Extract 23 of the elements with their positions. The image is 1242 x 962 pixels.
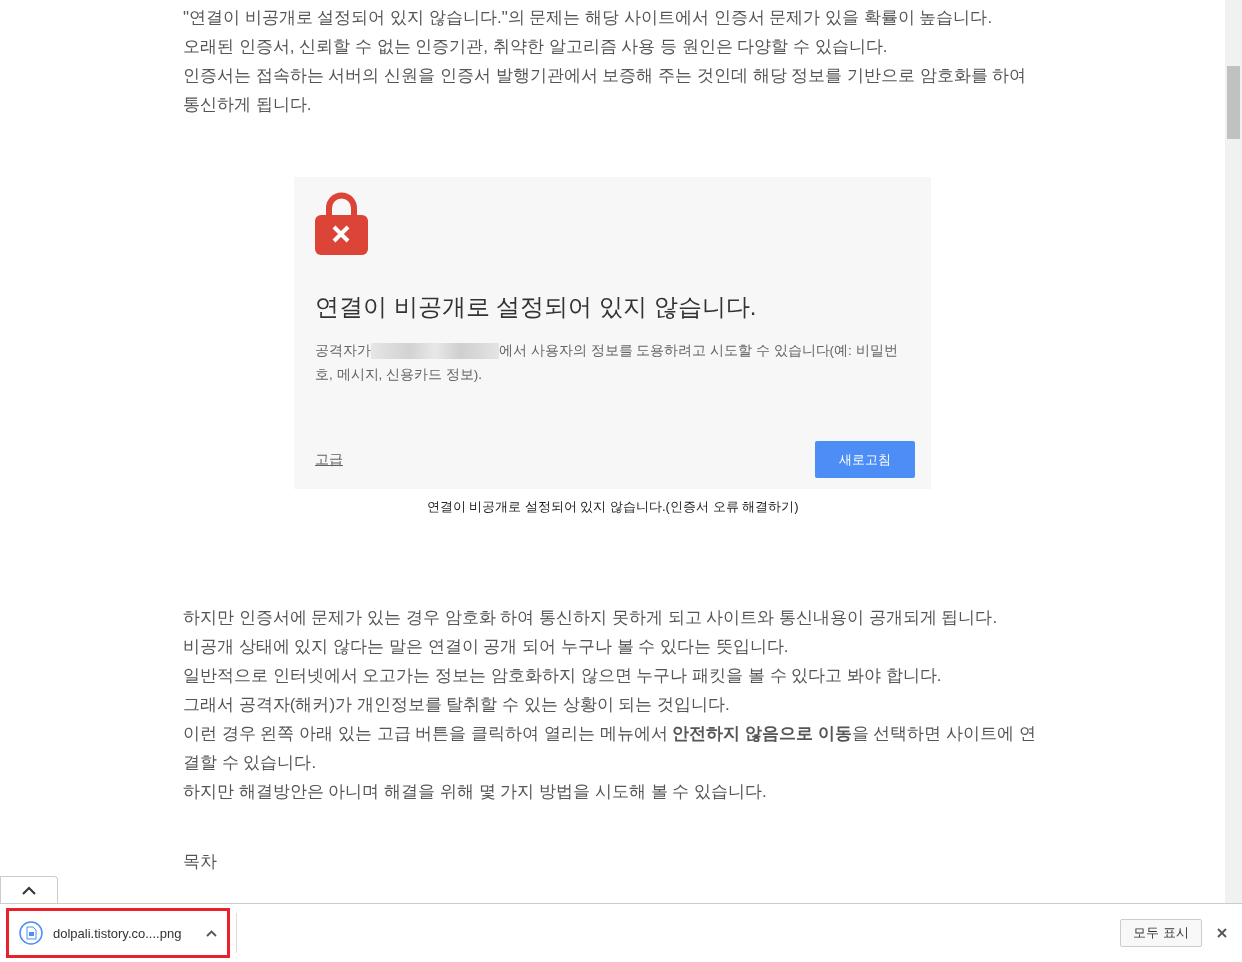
toc-heading: 목차 <box>183 851 218 873</box>
chevron-up-icon <box>22 885 36 895</box>
paragraph-line: 그래서 공격자(해커)가 개인정보를 탈취할 수 있는 상황이 되는 것입니다. <box>183 694 731 716</box>
paragraph-line: 하지만 해결방안은 아니며 해결을 위해 몇 가지 방법을 시도해 볼 수 있습니다. <box>183 781 768 803</box>
scroll-thumb[interactable] <box>1227 66 1240 139</box>
paragraph-line: 인증서는 접속하는 서버의 신원을 인증서 발행기관에서 보증해 주는 것인데 해당 정보를 기반으로 암호화를 하여 통신하게 됩니다. <box>183 65 1028 116</box>
figure-caption: 연결이 비공개로 설정되어 있지 않습니다.(인증서 오류 해결하기) <box>425 498 800 516</box>
show-all-button[interactable]: 모두 표시 <box>1120 919 1202 947</box>
lock-error-icon <box>315 191 368 255</box>
paragraph-line: 일반적으로 인터넷에서 오고가는 정보는 암호화하지 않으면 누구나 패킷을 볼 수 있다고 봐야 합니다. <box>183 665 943 687</box>
file-icon <box>19 921 43 945</box>
advanced-link[interactable]: 고급 <box>315 450 343 469</box>
scrollbar[interactable] <box>1225 0 1242 903</box>
paragraph-line: 이런 경우 왼쪽 아래 있는 고급 버튼을 클릭하여 열리는 메뉴에서 안전하지 않음으로 이동을 선택하면 사이트에 연결할 수 있습니다. <box>183 723 1037 774</box>
paragraph-line: "연결이 비공개로 설정되어 있지 않습니다."의 문제는 해당 사이트에서 인증서 문제가 있을 확률이 높습니다. <box>183 7 994 29</box>
error-message: 공격자가 에서 사용자의 정보를 도용하려고 시도할 수 있습니다(예: 비밀번호, 메시지, 신용카드 정보). <box>315 342 899 384</box>
paragraph-line: 비공개 상태에 있지 않다는 말은 연결이 공개 되어 누구나 볼 수 있다는 뜻입니다. <box>183 636 790 658</box>
paragraph-line: 하지만 인증서에 문제가 있는 경우 암호화 하여 통신하지 못하게 되고 사이트와 통신내용이 공개되게 됩니다. <box>183 607 999 629</box>
error-title: 연결이 비공개로 설정되어 있지 않습니다. <box>315 292 758 322</box>
paragraph-line: 오래된 인증서, 신뢰할 수 없는 인증기관, 취약한 알고리즘 사용 등 원인은 다양할 수 있습니다. <box>183 36 889 58</box>
download-item[interactable]: dolpali.tistory.co....png <box>6 908 230 958</box>
expand-tab[interactable] <box>0 876 58 903</box>
chevron-up-icon <box>206 929 217 937</box>
